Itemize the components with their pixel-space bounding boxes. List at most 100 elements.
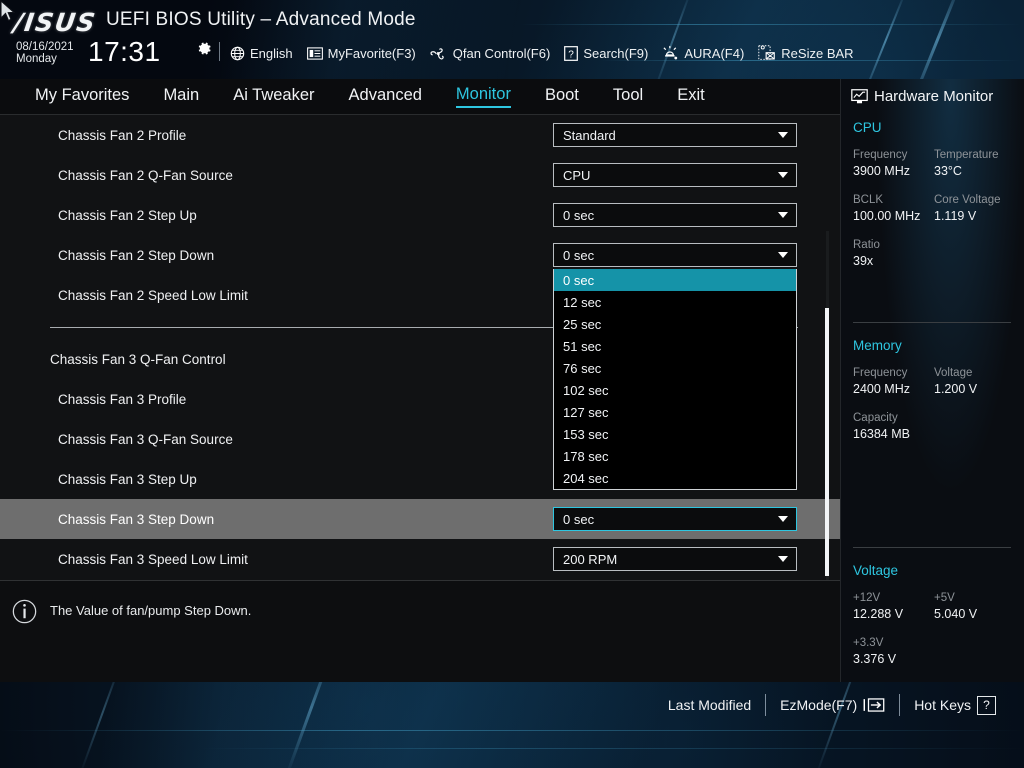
setting-label: Chassis Fan 3 Step Down (58, 511, 215, 527)
dropdown-option[interactable]: 0 sec (554, 269, 796, 291)
setting-label: Chassis Fan 2 Profile (58, 127, 187, 143)
setting-value-control[interactable]: 200 RPM (553, 547, 797, 571)
setting-label: Chassis Fan 3 Q-Fan Source (58, 431, 233, 447)
tab-tool[interactable]: Tool (613, 86, 643, 107)
dropdown-option[interactable]: 204 sec (554, 467, 796, 489)
help-bar: The Value of fan/pump Step Down. (0, 580, 840, 682)
footer-actions: Last Modified EzMode(F7) Hot Keys ? (654, 694, 1010, 716)
setting-row[interactable]: Chassis Fan 2 Step Up 0 sec (0, 195, 840, 235)
gear-icon[interactable] (196, 40, 213, 57)
setting-value-control[interactable]: 0 sec (553, 203, 797, 227)
tab-advanced[interactable]: Advanced (349, 86, 422, 107)
step-down-dropdown-list[interactable]: 0 sec 12 sec 25 sec 51 sec 76 sec 102 sec 127 … (553, 269, 797, 490)
dropdown-option[interactable]: 178 sec (554, 445, 796, 467)
tab-my-favorites[interactable]: My Favorites (35, 86, 129, 107)
setting-row[interactable]: Chassis Fan 3 Step Down 0 sec (0, 499, 840, 539)
hwm-row: +12V 12.288 V +5V 5.040 V (853, 592, 1015, 621)
setting-label: Chassis Fan 2 Speed Low Limit (58, 287, 248, 303)
qfan-control-button[interactable]: Qfan Control(F6) (430, 46, 550, 61)
footer-bar: Last Modified EzMode(F7) Hot Keys ? Vers… (0, 682, 1024, 768)
myfavorite-button[interactable]: MyFavorite(F3) (306, 46, 416, 61)
datetime-display: 08/16/2021 Monday (16, 41, 74, 66)
hwm-row: Capacity 16384 MB (853, 412, 1015, 441)
hwm-metric: Ratio 39x (853, 239, 934, 268)
tab-exit[interactable]: Exit (677, 86, 705, 107)
hwm-metric-label: +5V (934, 592, 955, 604)
chevron-down-icon (778, 252, 788, 258)
hwm-metric: Voltage 1.200 V (934, 367, 1015, 396)
hardware-monitor-panel: Hardware Monitor CPU Frequency 3900 MHz Tem… (840, 79, 1024, 682)
asus-logo: /ISUS (11, 8, 99, 37)
hwm-metric-value: 1.200 V (934, 382, 978, 396)
svg-text:?: ? (569, 49, 575, 60)
day-text: Monday (16, 53, 57, 66)
hwm-metric-value: 3.376 V (853, 652, 897, 666)
dropdown[interactable]: CPU (553, 163, 797, 187)
dropdown[interactable]: 0 sec (553, 243, 797, 267)
setting-label: Chassis Fan 2 Q-Fan Source (58, 167, 233, 183)
hwm-section: CPU Frequency 3900 MHz Temperature 33°C BCLK 1… (853, 120, 1015, 284)
setting-value-control[interactable]: CPU (553, 163, 797, 187)
last-modified-button[interactable]: Last Modified (654, 697, 765, 713)
scrollbar-thumb[interactable] (825, 308, 829, 576)
setting-row[interactable]: Chassis Fan 2 Profile Standard (0, 115, 840, 155)
setting-label: Chassis Fan 3 Q-Fan Control (50, 351, 226, 367)
dropdown-option[interactable]: 51 sec (554, 335, 796, 357)
dropdown-value: CPU (563, 167, 591, 183)
hwm-metric-label: +12V (853, 592, 881, 604)
hwm-metric-label: Ratio (853, 239, 880, 251)
aura-button[interactable]: AURA(F4) (662, 45, 744, 61)
hotkeys-button[interactable]: Hot Keys ? (900, 695, 1010, 715)
dropdown[interactable]: 0 sec (553, 203, 797, 227)
hwm-divider (853, 547, 1011, 548)
setting-label: Chassis Fan 3 Step Up (58, 471, 197, 487)
hwm-row: +3.3V 3.376 V (853, 637, 1015, 666)
language-selector[interactable]: English (230, 46, 293, 61)
hwm-row: Frequency 3900 MHz Temperature 33°C (853, 149, 1015, 178)
setting-row[interactable]: Chassis Fan 3 Speed Low Limit 200 RPM (0, 539, 840, 579)
dropdown-option[interactable]: 102 sec (554, 379, 796, 401)
resize-bar-button[interactable]: ReSize BAR (758, 45, 854, 61)
chevron-down-icon (778, 172, 788, 178)
hwm-metric: BCLK 100.00 MHz (853, 194, 934, 223)
clock-text: 17:31 (88, 36, 161, 67)
dropdown-option[interactable]: 127 sec (554, 401, 796, 423)
setting-label: Chassis Fan 2 Step Up (58, 207, 197, 223)
globe-icon (230, 46, 245, 60)
dropdown-option[interactable]: 153 sec (554, 423, 796, 445)
setting-value-control[interactable]: 0 sec (553, 507, 797, 531)
tab-boot[interactable]: Boot (545, 86, 579, 107)
dropdown-option[interactable]: 76 sec (554, 357, 796, 379)
hwm-row: BCLK 100.00 MHz Core Voltage 1.119 V (853, 194, 1015, 223)
chevron-down-icon (778, 556, 788, 562)
setting-value-control[interactable]: Standard (553, 123, 797, 147)
question-mark-icon: ? (977, 695, 996, 715)
dropdown[interactable]: 0 sec (553, 507, 797, 531)
help-text: The Value of fan/pump Step Down. (50, 603, 252, 618)
hwm-metric-label: Temperature (934, 149, 999, 161)
hwm-metric: Temperature 33°C (934, 149, 1015, 178)
enter-arrow-icon (863, 698, 885, 712)
list-icon (306, 46, 323, 60)
ezmode-button[interactable]: EzMode(F7) (766, 697, 899, 713)
hwm-section-title: Memory (853, 338, 902, 353)
dropdown[interactable]: 200 RPM (553, 547, 797, 571)
setting-row[interactable]: Chassis Fan 2 Q-Fan Source CPU (0, 155, 840, 195)
tab-main[interactable]: Main (163, 86, 199, 107)
dropdown[interactable]: Standard (553, 123, 797, 147)
hwm-metric: Frequency 2400 MHz (853, 367, 934, 396)
header-bar: /ISUS UEFI BIOS Utility – Advanced Mode … (0, 0, 1024, 79)
tab-monitor[interactable]: Monitor (455, 85, 511, 108)
dropdown-option[interactable]: 25 sec (554, 313, 796, 335)
hwm-metric-value: 100.00 MHz (853, 209, 921, 223)
hwm-divider (853, 322, 1011, 323)
setting-value-control[interactable]: 0 sec (553, 243, 797, 267)
tab-ai-tweaker[interactable]: Ai Tweaker (233, 86, 314, 107)
search-button[interactable]: ? Search(F9) (564, 46, 648, 61)
dropdown-option[interactable]: 12 sec (554, 291, 796, 313)
resize-bar-icon (758, 45, 776, 60)
